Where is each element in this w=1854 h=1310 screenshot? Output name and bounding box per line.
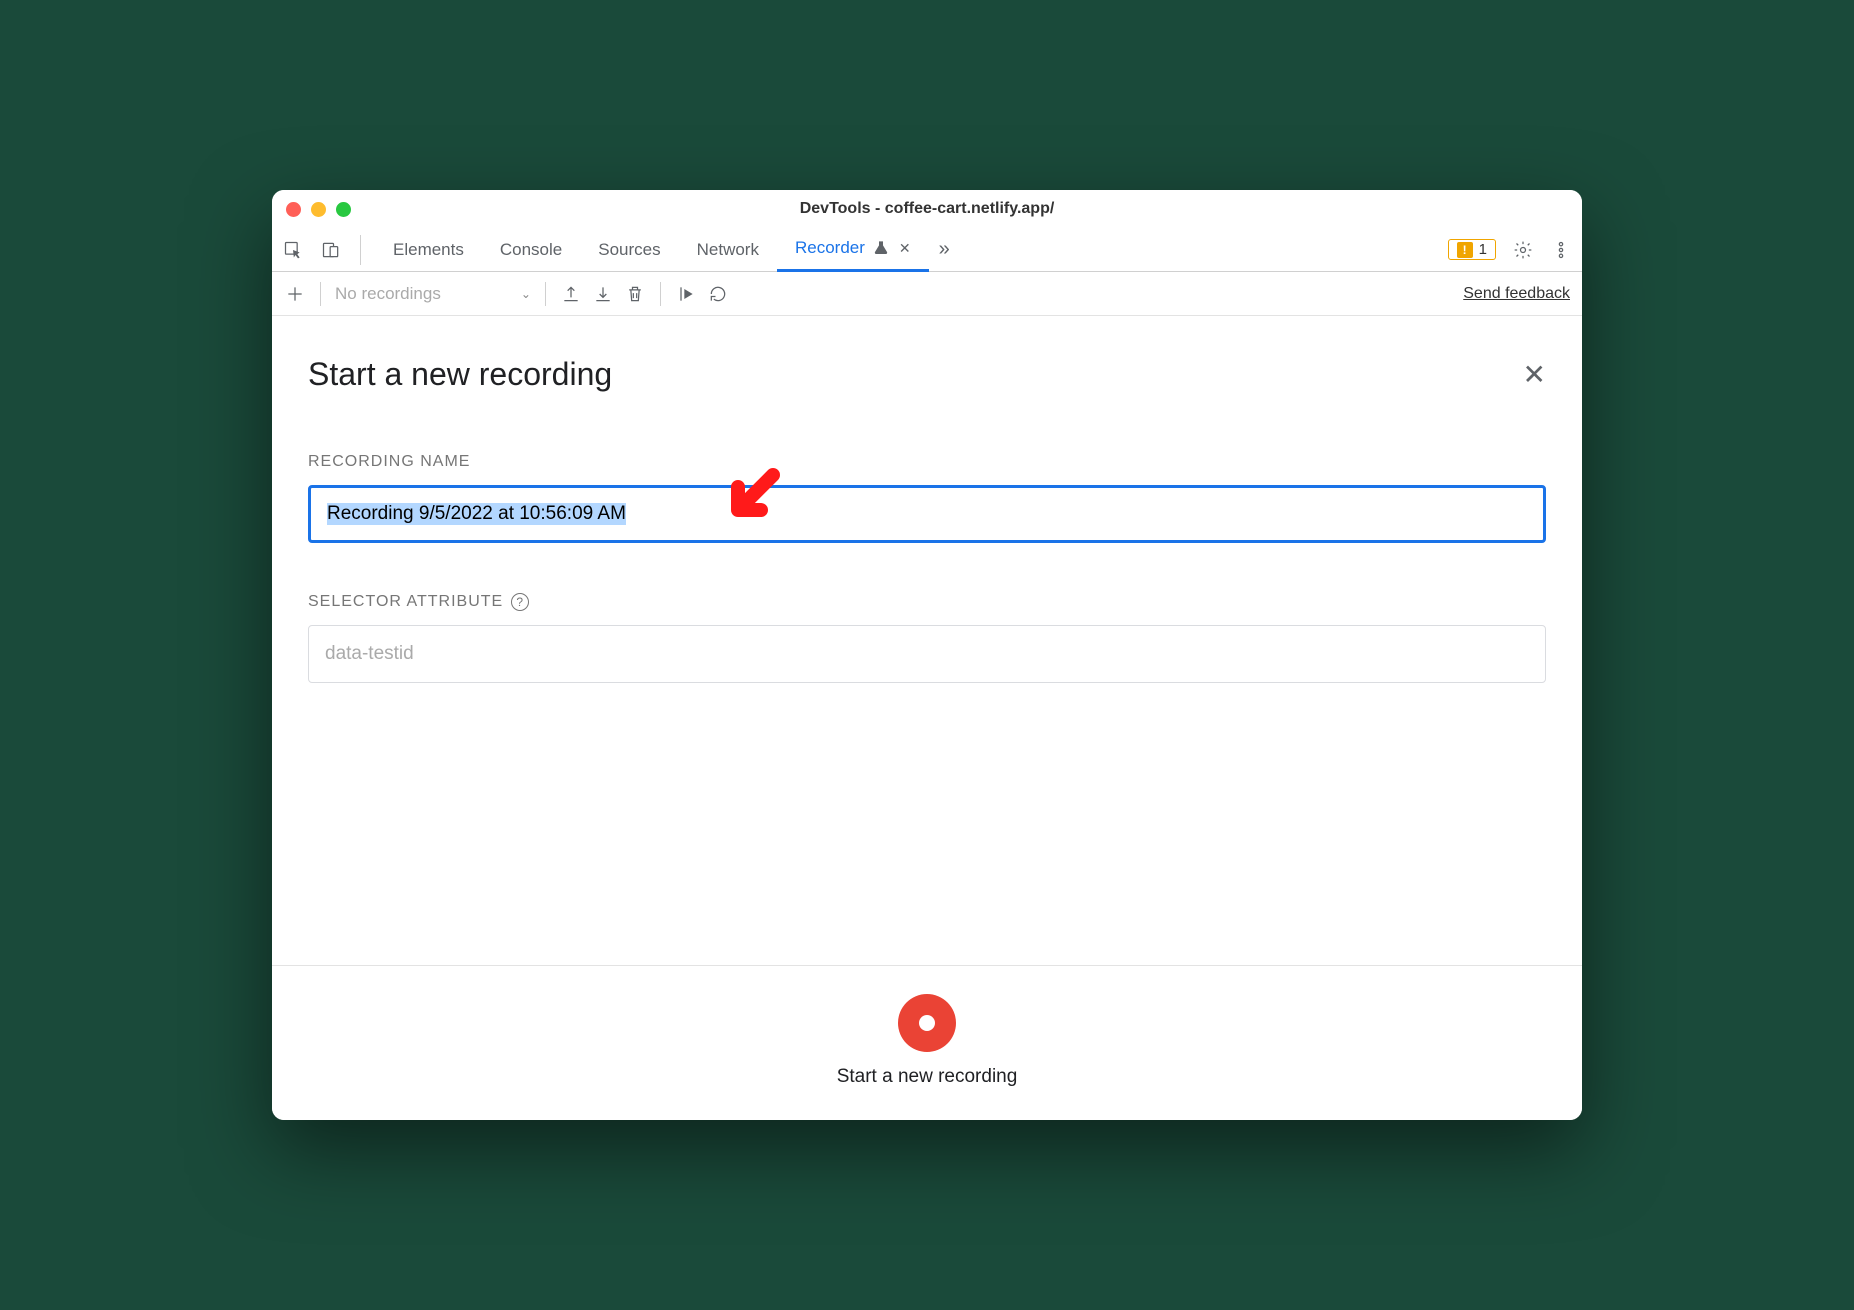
divider bbox=[660, 282, 661, 306]
tab-console-label: Console bbox=[500, 240, 562, 260]
recorder-panel: Start a new recording ✕ RECORDING NAME R… bbox=[272, 316, 1582, 1120]
record-icon bbox=[919, 1015, 935, 1031]
chevron-down-icon: ⌄ bbox=[521, 287, 531, 301]
replay-icon[interactable] bbox=[707, 283, 729, 305]
traffic-lights bbox=[286, 202, 351, 217]
more-tabs-icon[interactable]: » bbox=[929, 238, 960, 261]
delete-icon[interactable] bbox=[624, 283, 646, 305]
recordings-dropdown[interactable]: No recordings ⌄ bbox=[335, 284, 531, 304]
maximize-window-button[interactable] bbox=[336, 202, 351, 217]
recorder-toolbar: No recordings ⌄ Send feedback bbox=[272, 272, 1582, 316]
annotation-arrow-icon bbox=[718, 465, 788, 540]
close-icon[interactable]: ✕ bbox=[1523, 358, 1546, 391]
warning-icon: ! bbox=[1457, 242, 1473, 258]
export-icon[interactable] bbox=[560, 283, 582, 305]
recording-name-value: Recording 9/5/2022 at 10:56:09 AM bbox=[327, 503, 626, 525]
minimize-window-button[interactable] bbox=[311, 202, 326, 217]
divider bbox=[320, 282, 321, 306]
devtools-window: DevTools - coffee-cart.netlify.app/ Elem… bbox=[272, 190, 1582, 1120]
tab-sources[interactable]: Sources bbox=[580, 228, 678, 272]
new-recording-form: Start a new recording ✕ RECORDING NAME R… bbox=[272, 316, 1582, 965]
start-recording-label: Start a new recording bbox=[837, 1066, 1018, 1088]
window-title: DevTools - coffee-cart.netlify.app/ bbox=[800, 200, 1055, 218]
import-icon[interactable] bbox=[592, 283, 614, 305]
devtools-tabstrip: Elements Console Sources Network Recorde… bbox=[272, 228, 1582, 272]
device-toolbar-icon[interactable] bbox=[320, 239, 342, 261]
page-title: Start a new recording bbox=[308, 356, 612, 393]
selector-attribute-label: SELECTOR ATTRIBUTE ? bbox=[308, 593, 1546, 611]
tab-sources-label: Sources bbox=[598, 240, 660, 260]
step-icon[interactable] bbox=[675, 283, 697, 305]
tab-recorder-label: Recorder bbox=[795, 238, 865, 258]
recordings-dropdown-label: No recordings bbox=[335, 284, 441, 304]
help-icon[interactable]: ? bbox=[511, 593, 529, 611]
warnings-count: 1 bbox=[1479, 241, 1487, 258]
kebab-menu-icon[interactable] bbox=[1550, 239, 1572, 261]
divider bbox=[545, 282, 546, 306]
warnings-badge[interactable]: ! 1 bbox=[1448, 239, 1496, 260]
tab-console[interactable]: Console bbox=[482, 228, 580, 272]
selector-attribute-label-text: SELECTOR ATTRIBUTE bbox=[308, 593, 503, 611]
inspect-element-icon[interactable] bbox=[282, 239, 304, 261]
close-window-button[interactable] bbox=[286, 202, 301, 217]
tab-elements[interactable]: Elements bbox=[375, 228, 482, 272]
flask-icon bbox=[873, 240, 889, 256]
tab-network[interactable]: Network bbox=[679, 228, 777, 272]
recording-name-label: RECORDING NAME bbox=[308, 453, 1546, 471]
titlebar: DevTools - coffee-cart.netlify.app/ bbox=[272, 190, 1582, 228]
add-recording-icon[interactable] bbox=[284, 283, 306, 305]
recording-name-input[interactable]: Recording 9/5/2022 at 10:56:09 AM bbox=[308, 485, 1546, 543]
send-feedback-link[interactable]: Send feedback bbox=[1463, 285, 1570, 303]
start-recording-button[interactable] bbox=[898, 994, 956, 1052]
tab-recorder[interactable]: Recorder ✕ bbox=[777, 228, 929, 272]
settings-icon[interactable] bbox=[1512, 239, 1534, 261]
tab-elements-label: Elements bbox=[393, 240, 464, 260]
recorder-footer: Start a new recording bbox=[272, 965, 1582, 1120]
tab-network-label: Network bbox=[697, 240, 759, 260]
selector-attribute-input[interactable] bbox=[308, 625, 1546, 683]
close-tab-icon[interactable]: ✕ bbox=[899, 240, 911, 257]
